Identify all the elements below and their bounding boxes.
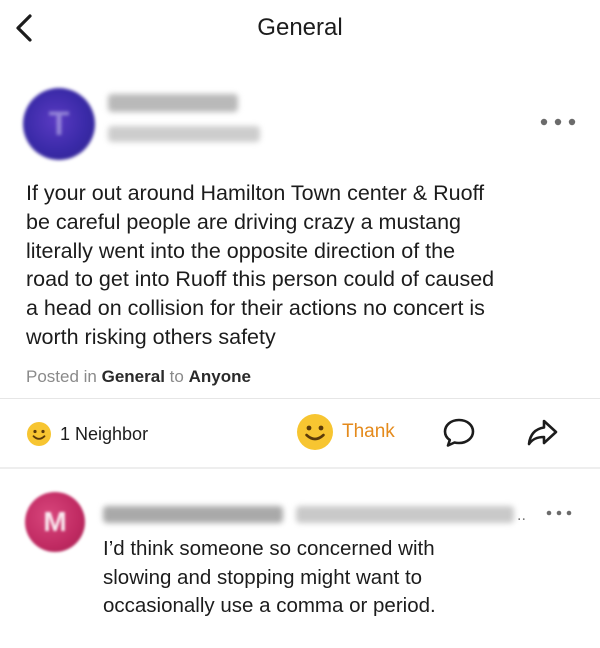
reaction-summary[interactable]: 1 Neighbor (26, 420, 148, 448)
author-avatar[interactable]: T (23, 88, 95, 160)
post-body: If your out around Hamilton Town center … (26, 181, 495, 349)
comment-bubble-icon (443, 418, 475, 447)
posted-prefix: Posted in (26, 367, 97, 386)
divider (0, 467, 600, 469)
comment-body: I’d think someone so concerned with slow… (103, 537, 436, 618)
more-horizontal-icon (546, 510, 572, 516)
share-arrow-icon (527, 419, 558, 446)
comment-button[interactable] (440, 414, 478, 450)
posted-to: to (169, 367, 184, 386)
smiley-icon (297, 414, 333, 450)
commenter-name-redacted[interactable] (103, 506, 283, 523)
commenter-avatar[interactable]: M (25, 492, 85, 552)
comment-more-button[interactable] (544, 506, 574, 518)
page-title: General (257, 14, 343, 41)
reaction-count: 1 Neighbor (60, 423, 149, 444)
thank-button[interactable]: Thank (296, 411, 395, 453)
thank-label: Thank (342, 421, 395, 442)
smiley-icon (27, 422, 51, 446)
post-more-button[interactable] (538, 114, 582, 130)
comment-meta-redacted (296, 506, 514, 523)
share-button[interactable] (523, 414, 561, 450)
more-horizontal-icon (540, 118, 576, 126)
avatar-initial: M (43, 506, 67, 537)
posted-in-line: Posted in General to Anyone (26, 367, 251, 387)
avatar-initial: T (48, 104, 70, 143)
author-name-redacted[interactable] (108, 94, 238, 112)
group-link[interactable]: General (102, 367, 165, 386)
audience-link[interactable]: Anyone (189, 367, 251, 386)
name-truncation: .. (517, 507, 526, 524)
divider (0, 398, 600, 399)
post-meta-redacted (108, 126, 260, 142)
